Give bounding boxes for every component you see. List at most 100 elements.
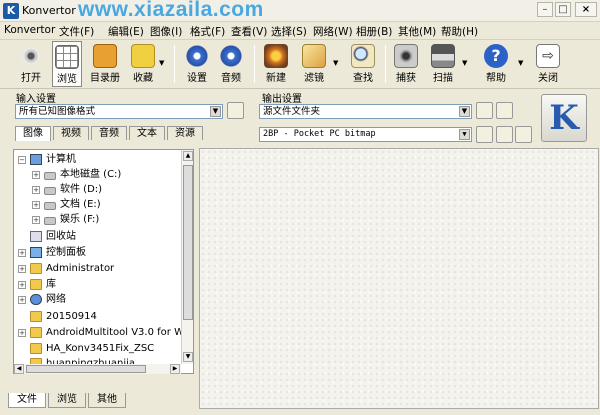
- tree-item-control-panel[interactable]: + 控制面板: [18, 245, 86, 260]
- minimize-button[interactable]: –: [537, 2, 553, 17]
- menu-album[interactable]: 相册(B): [356, 24, 392, 39]
- tree-item-folder[interactable]: 20150914: [18, 309, 97, 324]
- new-image-icon: [264, 44, 288, 68]
- capture-button[interactable]: 捕获: [393, 41, 419, 87]
- folder-icon: [30, 327, 42, 338]
- scroll-right-icon[interactable]: ▶: [170, 364, 180, 374]
- browse-label: 浏览: [57, 74, 77, 85]
- tree-item-drive-e[interactable]: + 文档 (E:): [32, 197, 101, 212]
- tab-image[interactable]: 图像: [15, 126, 51, 141]
- watermark: www.xiazaila.com: [78, 0, 264, 21]
- tree-item-computer[interactable]: − 计算机: [18, 152, 76, 167]
- tree-item-folder[interactable]: + AndroidMultitool V3.0 for Win: [18, 325, 193, 340]
- konvertor-logo: K: [541, 94, 587, 142]
- chevron-down-icon[interactable]: ▼: [210, 106, 221, 117]
- settings-button[interactable]: 设置: [184, 41, 210, 87]
- menu-select[interactable]: 选择(S): [271, 24, 307, 39]
- help-label: 帮助: [486, 73, 506, 84]
- input-format-select[interactable]: 所有已知图像格式 ▼: [15, 104, 223, 119]
- scroll-thumb[interactable]: [183, 165, 193, 320]
- drive-icon: [44, 217, 56, 225]
- drive-icon: [44, 187, 56, 195]
- scroll-down-icon[interactable]: ▼: [183, 352, 193, 362]
- scanner-icon: [431, 44, 455, 68]
- favorites-dropdown-icon[interactable]: ▼: [159, 59, 166, 67]
- new-button[interactable]: 新建: [262, 41, 290, 87]
- eye-icon: [19, 44, 43, 68]
- help-dropdown-icon[interactable]: ▼: [518, 59, 525, 67]
- tree-item-admin[interactable]: + Administrator: [18, 261, 114, 276]
- help-button[interactable]: ? 帮助: [483, 41, 509, 87]
- input-options-icon[interactable]: [227, 102, 244, 119]
- scroll-up-icon[interactable]: ▲: [183, 151, 193, 161]
- tree-item-recycle[interactable]: 回收站: [18, 229, 76, 244]
- menu-file[interactable]: 文件(F): [59, 24, 94, 39]
- format-settings-icon[interactable]: [515, 126, 532, 143]
- favorites-icon: [131, 44, 155, 68]
- tree-item-folder[interactable]: HA_Konv3451Fix_ZSC: [18, 341, 154, 356]
- format-refresh-icon[interactable]: [496, 126, 513, 143]
- tab-video[interactable]: 视频: [53, 126, 89, 140]
- app-logo-icon: K: [3, 3, 19, 19]
- open-button[interactable]: 打开: [16, 41, 46, 87]
- scan-button[interactable]: 扫描: [431, 41, 455, 87]
- computer-icon: [30, 154, 42, 165]
- output-settings-label: 输出设置: [262, 94, 302, 105]
- help-icon: ?: [484, 44, 508, 68]
- settings-label: 设置: [187, 73, 207, 84]
- folder-browse-icon[interactable]: [476, 102, 493, 119]
- folder-icon: [30, 343, 42, 354]
- close-button[interactable]: ×: [575, 2, 597, 17]
- menu-konvertor[interactable]: Konvertor: [4, 24, 55, 36]
- tree-horizontal-scrollbar[interactable]: ◀ ▶: [14, 364, 181, 374]
- catalog-button[interactable]: 目录册: [88, 41, 122, 87]
- browse-button[interactable]: 浏览: [52, 41, 82, 87]
- tab-other[interactable]: 其他: [88, 393, 126, 408]
- filter-button[interactable]: 滤镜: [300, 41, 328, 87]
- user-folder-icon: [30, 263, 42, 274]
- network-icon: [30, 294, 42, 305]
- drive-icon: [44, 172, 56, 180]
- menu-other[interactable]: 其他(M): [398, 24, 436, 39]
- tree-item-library[interactable]: + 库: [18, 277, 56, 292]
- audio-button[interactable]: 音频: [218, 41, 244, 87]
- tree-vertical-scrollbar[interactable]: ▲ ▼: [181, 150, 193, 364]
- tree-item-network[interactable]: + 网络: [18, 292, 66, 307]
- audio-gear-icon: [219, 44, 243, 68]
- menu-bar: Konvertor 文件(F) 编辑(E) 图像(I) 格式(F) 查看(V) …: [0, 22, 600, 40]
- output-folder-value: 源文件文件夹: [263, 106, 321, 117]
- gear-icon: [185, 44, 209, 68]
- new-label: 新建: [266, 73, 286, 84]
- tree-item-drive-c[interactable]: + 本地磁盘 (C:): [32, 167, 121, 182]
- menu-edit[interactable]: 编辑(E): [108, 24, 144, 39]
- menu-format[interactable]: 格式(F): [190, 24, 225, 39]
- scroll-thumb[interactable]: [26, 365, 146, 373]
- camera-icon: [394, 44, 418, 68]
- tab-files[interactable]: 文件: [8, 393, 46, 408]
- tab-browse[interactable]: 浏览: [48, 393, 86, 408]
- favorites-button[interactable]: 收藏: [130, 41, 156, 87]
- folder-options-icon[interactable]: [496, 102, 513, 119]
- format-options-icon[interactable]: [476, 126, 493, 143]
- scroll-left-icon[interactable]: ◀: [14, 364, 24, 374]
- output-format-select[interactable]: 2BP - Pocket PC bitmap ▼: [259, 127, 472, 142]
- menu-view[interactable]: 查看(V): [231, 24, 267, 39]
- tab-audio[interactable]: 音频: [91, 126, 127, 140]
- favorites-label: 收藏: [133, 73, 153, 84]
- find-button[interactable]: 查找: [350, 41, 376, 87]
- close-app-button[interactable]: ⇨ 关闭: [535, 41, 561, 87]
- chevron-down-icon[interactable]: ▼: [459, 106, 470, 117]
- tree-item-drive-f[interactable]: + 娱乐 (F:): [32, 212, 99, 227]
- tab-text[interactable]: 文本: [129, 126, 165, 140]
- tab-resource[interactable]: 资源: [167, 126, 203, 140]
- scan-dropdown-icon[interactable]: ▼: [462, 59, 469, 67]
- tree-item-drive-d[interactable]: + 软件 (D:): [32, 182, 102, 197]
- menu-network[interactable]: 网络(W): [313, 24, 353, 39]
- menu-help[interactable]: 帮助(H): [441, 24, 478, 39]
- maximize-button[interactable]: □: [555, 2, 571, 17]
- menu-image[interactable]: 图像(I): [150, 24, 182, 39]
- control-panel-icon: [30, 247, 42, 258]
- output-folder-select[interactable]: 源文件文件夹 ▼: [259, 104, 472, 119]
- chevron-down-icon[interactable]: ▼: [459, 129, 470, 140]
- filter-dropdown-icon[interactable]: ▼: [333, 59, 340, 67]
